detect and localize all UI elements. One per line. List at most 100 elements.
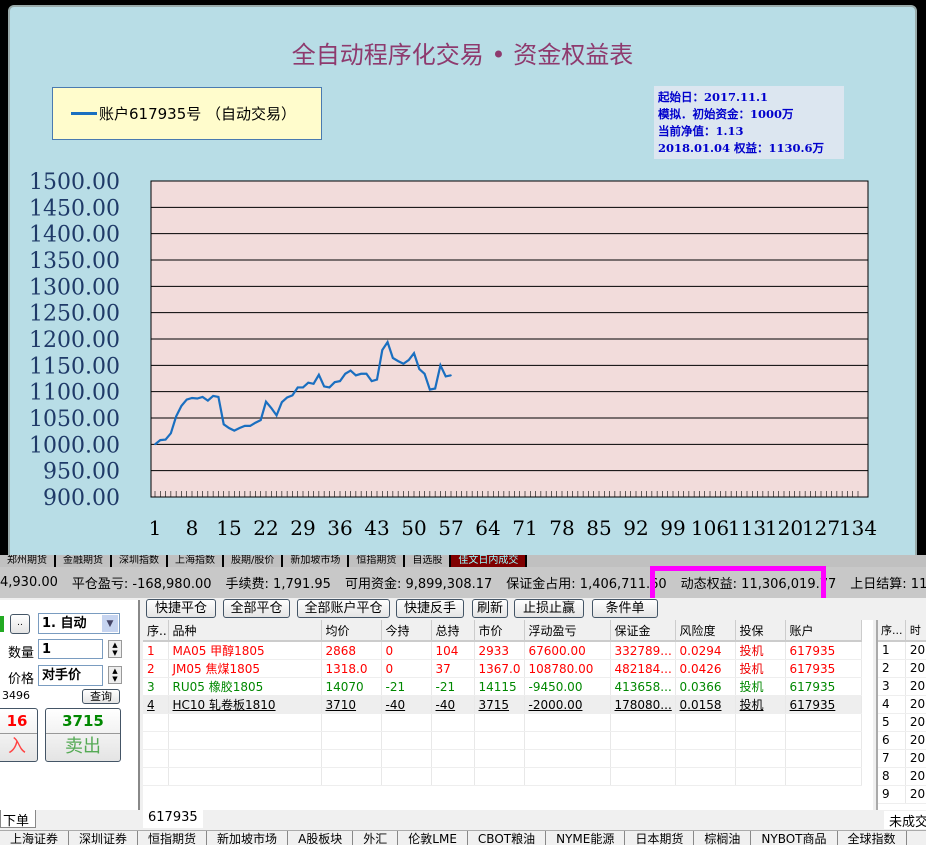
order-row[interactable]: 7 20 — [878, 749, 926, 768]
data-point — [434, 387, 436, 390]
cell — [143, 713, 169, 732]
toolbar-button[interactable]: 全部账户平仓 — [297, 599, 390, 618]
market-tab[interactable]: 郑州期货 — [0, 555, 56, 567]
sell-label: 卖出 — [65, 736, 101, 757]
position-row[interactable]: 3 RU05 橡胶1805 14070 -21 -21 14115 -9450.00 4136… — [143, 677, 862, 696]
market-tab[interactable]: 佳文日内成交 — [451, 555, 528, 567]
order-row[interactable]: 8 20 — [878, 767, 926, 786]
market-tab[interactable]: CBOT粮油 — [468, 831, 547, 845]
market-tab[interactable]: NYBOT商品 — [751, 831, 838, 845]
quantity-input[interactable]: 1 — [38, 639, 103, 659]
col-header[interactable]: 账户 — [785, 620, 862, 642]
market-tab[interactable]: 上海证券 — [0, 831, 70, 845]
more-button[interactable]: .. — [10, 614, 30, 634]
col-header[interactable]: 序.. — [143, 620, 169, 642]
market-tab[interactable]: 金融期货 — [56, 555, 112, 567]
cell: 0.0158 — [675, 695, 736, 714]
market-tab[interactable]: 新加坡市场 — [207, 831, 289, 845]
market-tab[interactable]: 自选股 — [405, 555, 452, 567]
cell: HC10 轧卷板1810 — [168, 695, 322, 714]
price-input[interactable]: 对手价 — [38, 665, 103, 686]
data-point — [196, 397, 199, 400]
x-tick-label: 99 — [660, 516, 685, 540]
market-tab[interactable]: 恒指期货 — [349, 555, 406, 567]
order-row[interactable]: 9 20 — [878, 785, 926, 804]
col-header[interactable]: 市价 — [474, 620, 525, 642]
tab-account[interactable]: 617935 — [143, 810, 203, 828]
market-tab[interactable]: 深圳证券 — [69, 831, 139, 845]
cell — [524, 749, 611, 768]
market-tab[interactable]: 全球指数 — [838, 831, 907, 845]
market-tab[interactable]: 棕榈油 — [694, 831, 752, 845]
market-tab[interactable]: 日本期货 — [625, 831, 695, 845]
toolbar-button[interactable]: 全部平仓 — [223, 599, 290, 618]
order-row[interactable]: 5 20 — [878, 713, 926, 732]
col-header[interactable]: 风险度 — [675, 620, 736, 642]
market-tab[interactable]: 新加坡市场 — [283, 555, 350, 567]
y-tick-label: 1400.00 — [29, 223, 120, 248]
cell: -40 — [381, 695, 432, 714]
order-row[interactable]: 4 20 — [878, 695, 926, 714]
x-tick-label: 36 — [327, 516, 352, 540]
toolbar-button[interactable]: 条件单 — [592, 599, 658, 618]
cell — [431, 731, 475, 750]
cell: 1367.0 — [474, 659, 525, 678]
x-tick-label: 106 — [691, 516, 729, 540]
cell: 178080... — [610, 695, 676, 714]
col-header[interactable]: 均价 — [321, 620, 382, 642]
tab-pending-orders[interactable]: 未成交 — [884, 811, 926, 829]
col-header[interactable]: 保证金 — [610, 620, 676, 642]
cell: 3 — [878, 677, 906, 696]
col-header[interactable]: 总持 — [431, 620, 475, 642]
order-row[interactable]: 3 20 — [878, 677, 926, 696]
orders-side-table: 序... 时 1 20 2 20 3 20 4 20 5 20 6 20 7 20 8 20 9 20 — [876, 620, 926, 810]
order-mode-select[interactable]: 1. 自动 ▼ — [38, 613, 120, 634]
buy-button[interactable]: 16 入 — [0, 708, 38, 762]
cell: 7 — [878, 749, 906, 768]
data-point — [381, 349, 384, 351]
market-tab[interactable]: 上海指数 — [168, 555, 224, 567]
market-tab[interactable]: 恒指期货 — [138, 831, 208, 845]
market-tab[interactable]: A股板块 — [288, 831, 354, 845]
x-tick-label: 85 — [586, 516, 611, 540]
data-point — [302, 386, 304, 389]
cell — [785, 713, 862, 732]
order-row[interactable]: 6 20 — [878, 731, 926, 750]
data-point — [212, 395, 214, 397]
x-tick-label: 50 — [401, 516, 426, 540]
toolbar-button[interactable]: 止损止赢 — [514, 599, 584, 618]
tab-order[interactable]: 下单 — [0, 810, 36, 829]
data-point — [244, 425, 246, 427]
col-header[interactable]: 品种 — [168, 620, 322, 642]
market-tab[interactable]: 外汇 — [353, 831, 399, 845]
order-row[interactable]: 1 20 — [878, 641, 926, 660]
cell: 20 — [905, 731, 926, 750]
price-stepper[interactable]: ▲ ▼ — [108, 666, 122, 684]
data-point — [450, 374, 452, 377]
data-point — [407, 359, 410, 361]
data-point — [228, 427, 230, 429]
position-row[interactable]: 1 MA05 甲醇1805 2868 0 104 2933 67600.00 332789..… — [143, 641, 862, 660]
toolbar-button[interactable]: 快捷反手 — [396, 599, 464, 618]
cell: 413658... — [610, 677, 676, 696]
position-row[interactable]: 2 JM05 焦煤1805 1318.0 0 37 1367.0 108780.00 4821… — [143, 659, 862, 678]
market-tab[interactable]: 股期/股价 — [224, 555, 284, 567]
market-tab[interactable]: 深圳指数 — [112, 555, 168, 567]
query-button[interactable]: 查询 — [82, 689, 120, 704]
position-row[interactable]: 4 HC10 轧卷板1810 3710 -40 -40 3715 -2000.00 17808… — [143, 695, 862, 714]
order-row[interactable]: 2 20 — [878, 659, 926, 678]
sell-button[interactable]: 3715 卖出 — [45, 708, 121, 762]
toolbar-button[interactable]: 刷新 — [472, 599, 508, 618]
cell: 20 — [905, 767, 926, 786]
cell — [431, 749, 475, 768]
status-item: 平仓盈亏: -168,980.00 — [71, 577, 212, 592]
col-header[interactable]: 投保 — [735, 620, 786, 642]
toolbar-button[interactable]: 快捷平仓 — [146, 599, 216, 618]
quantity-stepper[interactable]: ▲ ▼ — [108, 640, 122, 658]
market-tab[interactable]: NYME能源 — [546, 831, 626, 845]
col-header[interactable]: 浮动盈亏 — [524, 620, 611, 642]
data-point — [429, 388, 431, 391]
col-header[interactable]: 今持 — [381, 620, 432, 642]
cell: 1318.0 — [321, 659, 382, 678]
market-tab[interactable]: 伦敦LME — [398, 831, 468, 845]
